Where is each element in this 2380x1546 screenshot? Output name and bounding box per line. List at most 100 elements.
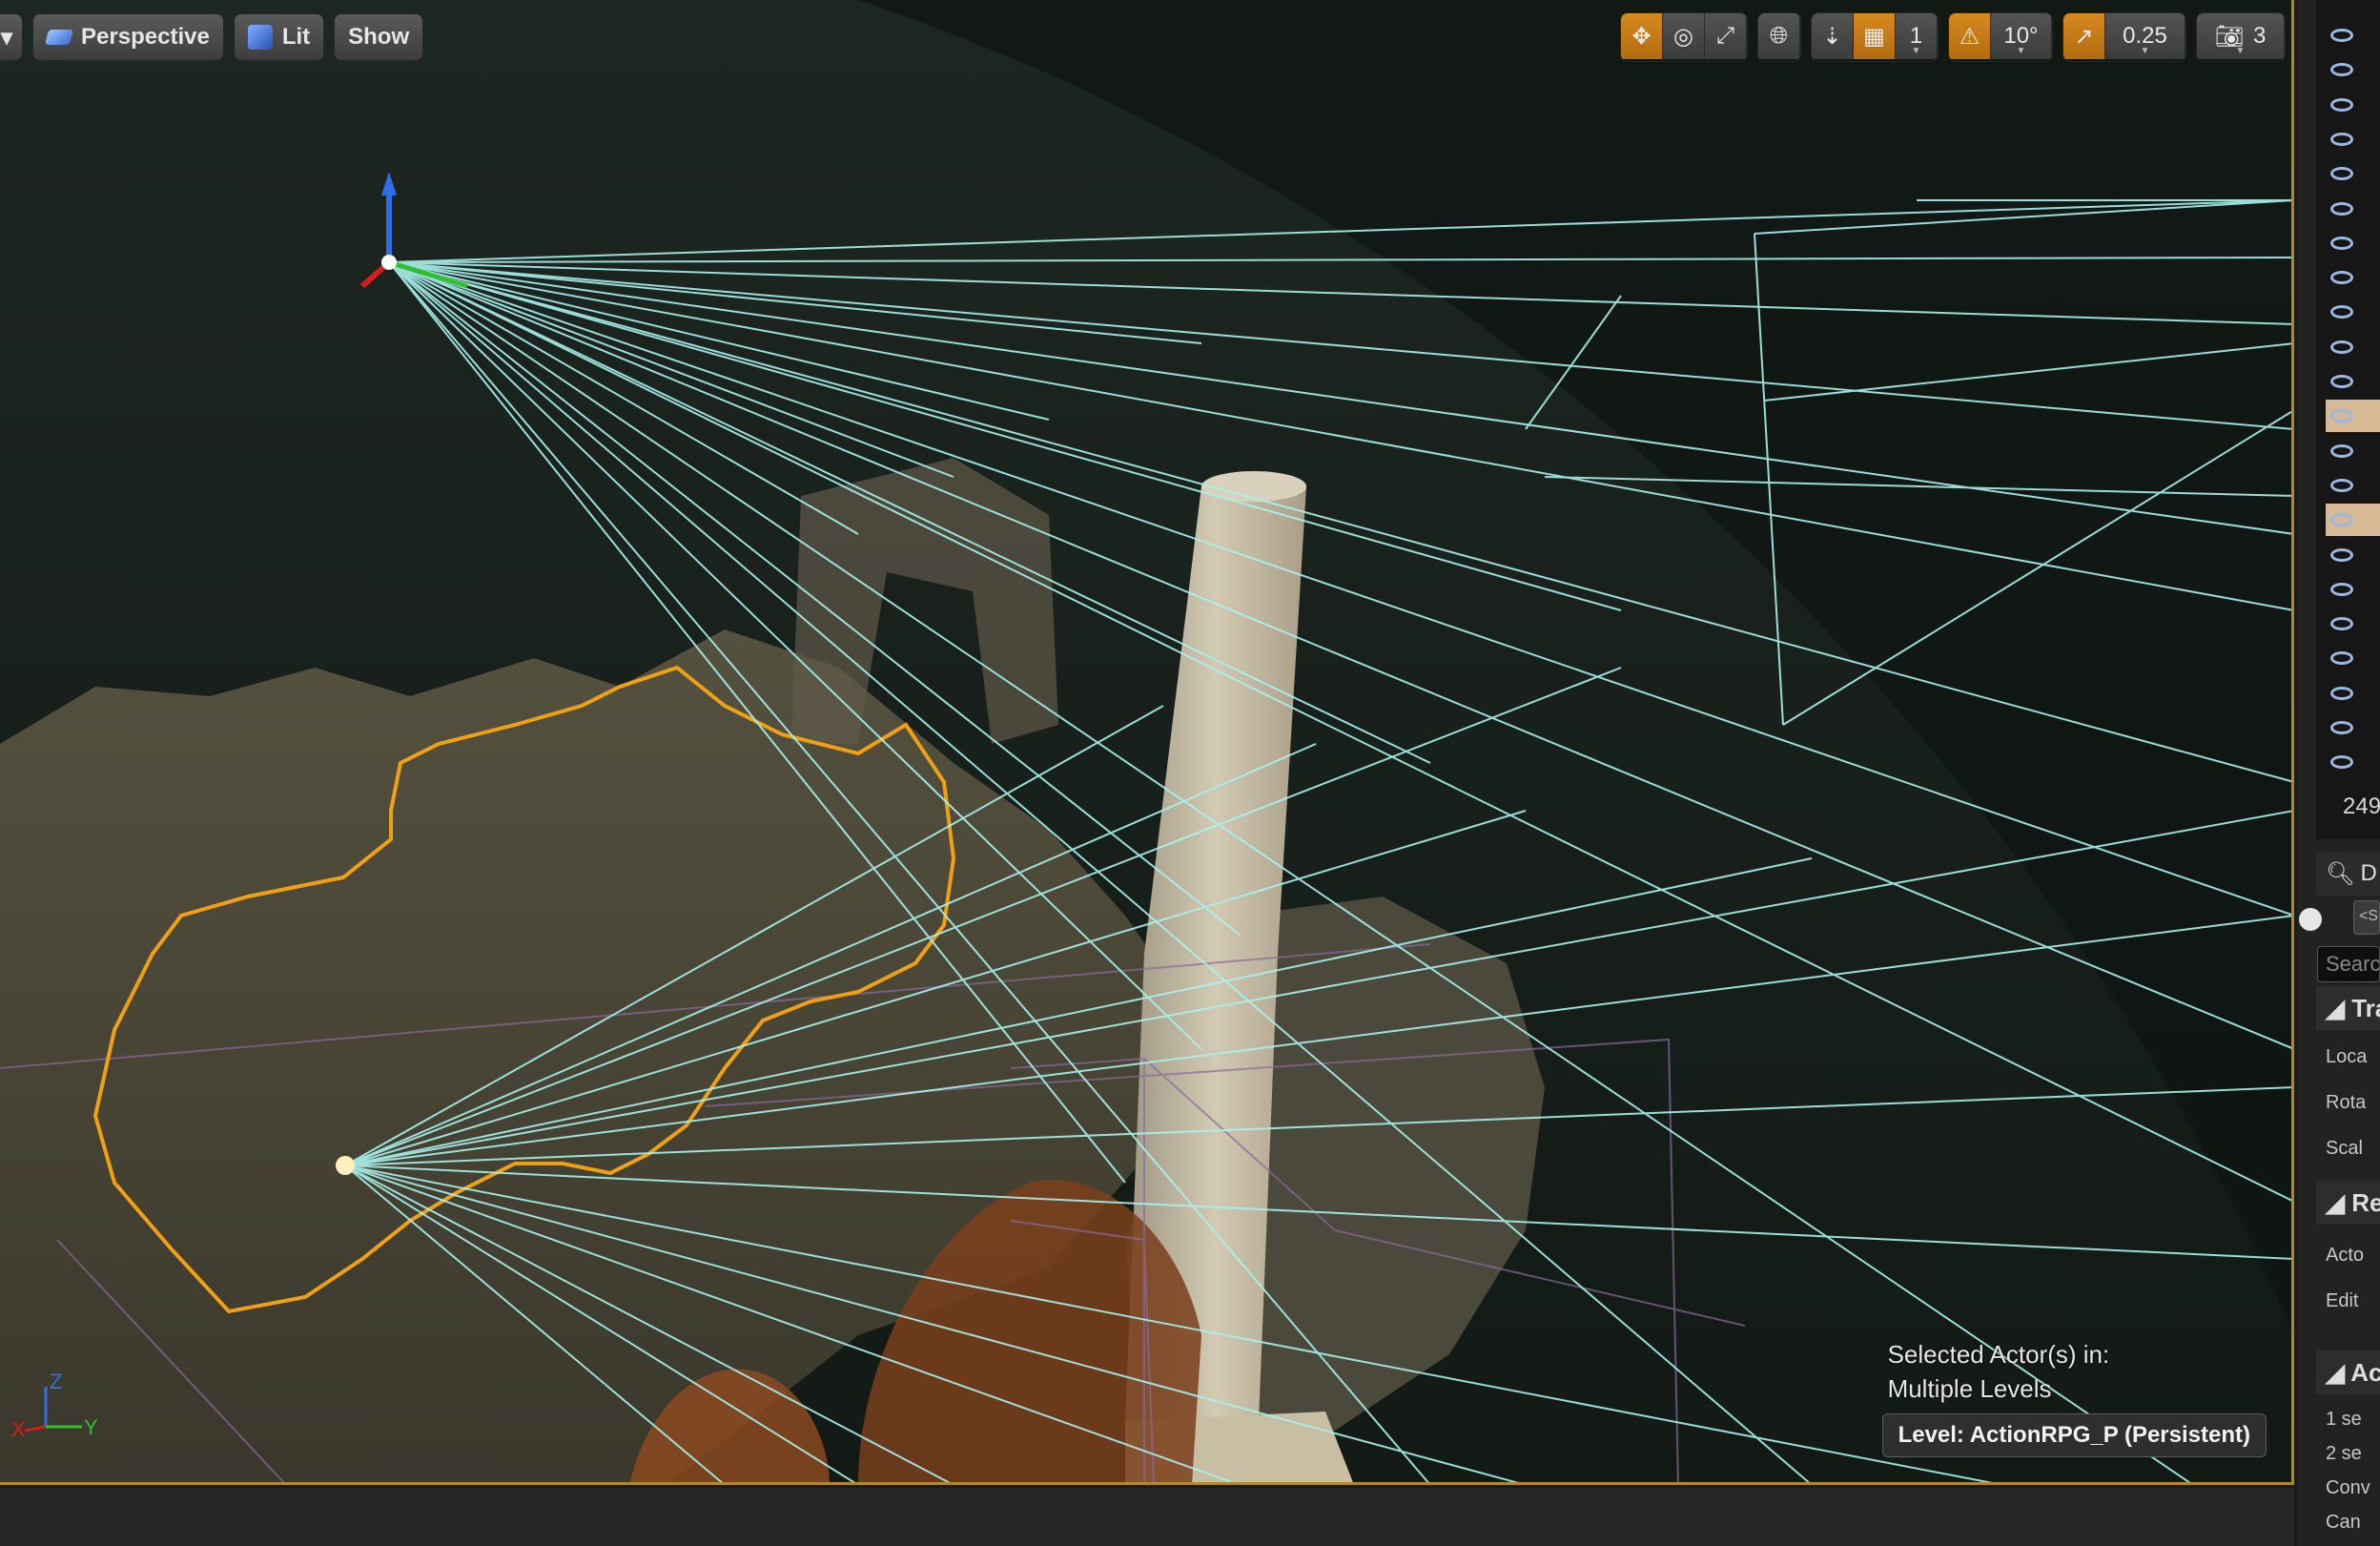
visibility-eye-toggle[interactable]: [2326, 89, 2380, 121]
eye-icon: [2329, 582, 2353, 596]
details-search-input[interactable]: Search: [2317, 946, 2380, 982]
visibility-eye-toggle[interactable]: [2326, 53, 2380, 86]
visibility-eye-toggle[interactable]: [2326, 469, 2380, 502]
scale-snap-toggle[interactable]: ↗: [2063, 13, 2105, 59]
visibility-eye-toggle[interactable]: [2326, 677, 2380, 710]
eye-icon: [2329, 409, 2353, 423]
eye-icon: [2329, 201, 2353, 216]
scale-icon: ⤢: [1715, 23, 1735, 49]
details-property-row: 1 se: [2326, 1408, 2362, 1430]
details-property-row: Acto: [2326, 1244, 2365, 1266]
visibility-eye-toggle[interactable]: [2326, 157, 2380, 190]
chevron-down-icon: ▾: [1, 24, 13, 51]
visibility-eye-toggle[interactable]: [2326, 746, 2380, 778]
lit-button[interactable]: Lit: [233, 13, 325, 61]
details-section-header[interactable]: ◢ Ren: [2316, 1181, 2380, 1225]
axis-indicator: Z Y X: [11, 1370, 98, 1441]
coord-system-group: 🌐︎: [1757, 12, 1801, 62]
axis-z-label: Z: [50, 1370, 62, 1393]
eye-icon: [2329, 721, 2353, 734]
actor-count-text: 249: [2343, 794, 2380, 819]
perspective-icon: [44, 30, 74, 45]
camera-speed-button[interactable]: 📷︎ 3 ▼: [2197, 13, 2285, 59]
level-info-overlay: Selected Actor(s) in: Multiple Levels Le…: [1881, 1337, 2267, 1457]
visibility-eye-toggle[interactable]: [2326, 642, 2380, 674]
grid-icon: ▦: [1863, 23, 1885, 50]
visibility-eye-toggle[interactable]: [2326, 573, 2380, 606]
globe-icon: 🌐︎: [1769, 23, 1789, 49]
viewport-options-button[interactable]: ▾: [0, 13, 24, 61]
show-label: Show: [348, 24, 410, 50]
selected-actors-text: Selected Actor(s) in: Multiple Levels: [1887, 1340, 2110, 1403]
visibility-eye-toggle[interactable]: [2326, 365, 2380, 398]
visibility-eye-toggle[interactable]: [2326, 123, 2380, 155]
eye-icon: [2329, 97, 2353, 112]
eye-icon: [2329, 443, 2353, 458]
visibility-eye-toggle[interactable]: [2326, 400, 2380, 433]
visibility-eye-toggle[interactable]: [2326, 539, 2380, 571]
visibility-eye-toggle[interactable]: [2326, 711, 2380, 744]
eye-icon: [2329, 271, 2353, 285]
grid-snap-toggle[interactable]: ▦: [1854, 13, 1896, 59]
viewport-toolbar-left: ▾ Perspective Lit Show: [0, 13, 424, 61]
move-arrows-icon: ✥: [1631, 23, 1652, 50]
angle-icon: ⚠︎: [1959, 23, 1980, 50]
mobility-button[interactable]: <S: [2353, 900, 2380, 935]
eye-icon: [2329, 340, 2353, 354]
scale-snap-icon: ↗: [2074, 23, 2094, 50]
visibility-eye-toggle[interactable]: [2326, 435, 2380, 467]
details-tab[interactable]: 🔍︎ D: [2316, 852, 2380, 896]
eye-icon: [2329, 686, 2353, 700]
details-property-row: 2 se: [2326, 1442, 2362, 1464]
details-property-row: Conv: [2326, 1476, 2370, 1498]
visibility-eye-toggle[interactable]: [2326, 227, 2380, 259]
visibility-eye-toggle[interactable]: [2326, 296, 2380, 328]
eye-icon: [2329, 29, 2353, 42]
scale-snap-value[interactable]: 0.25 ▼: [2105, 13, 2185, 59]
rotate-icon: ◎: [1673, 23, 1693, 50]
grid-snap-group: ⇣ ▦ 1 ▼: [1811, 12, 1939, 62]
eye-icon: [2329, 651, 2353, 666]
details-section-header[interactable]: ◢ Tran: [2316, 986, 2380, 1030]
visibility-eye-toggle[interactable]: [2326, 504, 2380, 537]
perspective-button[interactable]: Perspective: [32, 13, 224, 61]
surface-snap-button[interactable]: ⇣: [1812, 13, 1854, 59]
current-level-badge[interactable]: Level: ActionRPG_P (Persistent): [1881, 1413, 2267, 1457]
eye-icon: [2329, 617, 2353, 631]
axis-y-label: Y: [84, 1415, 98, 1439]
eye-icon: [2329, 167, 2353, 181]
details-property-row: Edit: [2326, 1289, 2359, 1311]
perspective-label: Perspective: [81, 24, 210, 50]
rotate-mode-button[interactable]: ◎: [1663, 13, 1705, 59]
visibility-eye-toggle[interactable]: [2326, 608, 2380, 640]
grid-snap-value[interactable]: 1 ▼: [1896, 13, 1938, 59]
visibility-eye-toggle[interactable]: [2326, 331, 2380, 363]
eye-icon: [2329, 513, 2353, 527]
visibility-eye-toggle[interactable]: [2326, 193, 2380, 225]
translate-mode-button[interactable]: ✥: [1621, 13, 1663, 59]
axis-x-label: X: [11, 1417, 26, 1441]
eye-icon: [2329, 132, 2353, 146]
show-button[interactable]: Show: [334, 13, 424, 61]
rotation-snap-value[interactable]: 10° ▼: [1991, 13, 2052, 59]
eye-icon: [2329, 305, 2353, 320]
camera-speed-group: 📷︎ 3 ▼: [2196, 12, 2286, 62]
info-icon: 🔍︎: [2326, 860, 2355, 887]
viewport-scene: [0, 0, 2291, 1482]
world-coords-button[interactable]: 🌐︎: [1758, 13, 1800, 59]
details-property-row: Can: [2326, 1511, 2361, 1533]
visibility-eye-toggle[interactable]: [2326, 19, 2380, 52]
surface-snap-icon: ⇣: [1822, 23, 1842, 50]
details-property-row: Loca: [2326, 1045, 2368, 1067]
viewport-toolbar-right: ✥ ◎ ⤢ 🌐︎ ⇣ ▦ 1 ▼ ⚠︎ 10° ▼ ↗ 0.25 ▼ 📷︎ 3 ▼: [1620, 12, 2286, 62]
details-section-header[interactable]: ◢ Acto: [2316, 1350, 2380, 1394]
eye-icon: [2329, 755, 2353, 770]
lit-label: Lit: [281, 24, 311, 50]
rotation-snap-toggle[interactable]: ⚠︎: [1949, 13, 1991, 59]
sphere-icon: [2299, 908, 2322, 931]
visibility-eye-toggle[interactable]: [2326, 261, 2380, 294]
level-viewport[interactable]: ▾ Perspective Lit Show ✥ ◎ ⤢ 🌐︎ ⇣ ▦ 1 ▼ ⚠…: [0, 0, 2294, 1485]
details-property-row: Scal: [2326, 1137, 2363, 1159]
scale-mode-button[interactable]: ⤢: [1705, 13, 1747, 59]
eye-icon: [2329, 478, 2353, 492]
